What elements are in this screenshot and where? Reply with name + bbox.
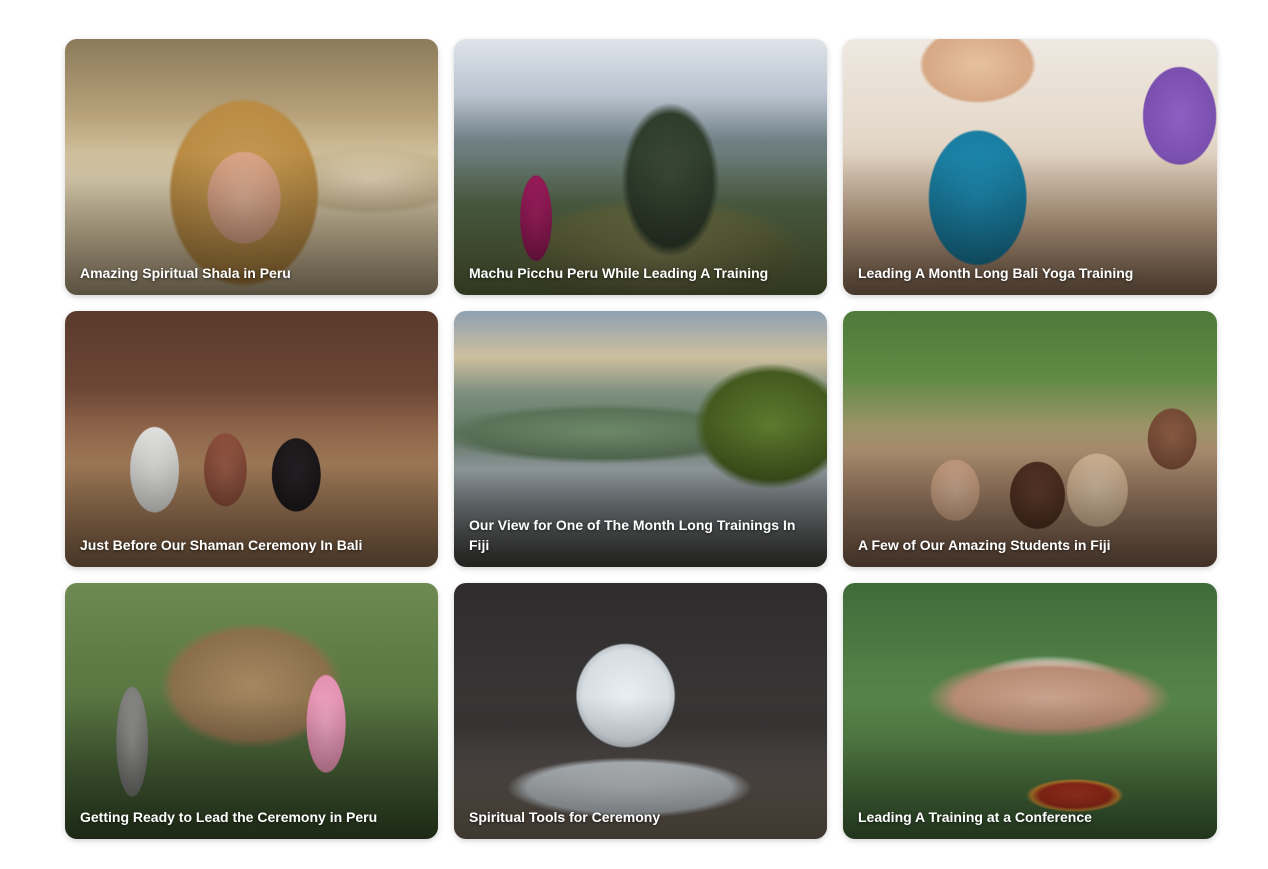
gallery-card-spiritual-tools[interactable]: Spiritual Tools for Ceremony: [454, 583, 827, 839]
photo-gallery: Amazing Spiritual Shala in Peru Machu Pi…: [65, 39, 1217, 839]
gallery-card-bali-training[interactable]: Leading A Month Long Bali Yoga Training: [843, 39, 1217, 295]
gallery-card-shaman-ceremony-bali[interactable]: Just Before Our Shaman Ceremony In Bali: [65, 311, 438, 567]
gallery-caption: Just Before Our Shaman Ceremony In Bali: [80, 537, 363, 553]
gallery-caption: Amazing Spiritual Shala in Peru: [80, 265, 291, 281]
gallery-caption: Leading A Training at a Conference: [858, 809, 1092, 825]
gallery-card-ceremony-peru[interactable]: Getting Ready to Lead the Ceremony in Pe…: [65, 583, 438, 839]
gallery-caption: Our View for One of The Month Long Train…: [469, 517, 796, 553]
gallery-card-conference[interactable]: Leading A Training at a Conference: [843, 583, 1217, 839]
gallery-caption: Spiritual Tools for Ceremony: [469, 809, 661, 825]
gallery-card-shala-peru[interactable]: Amazing Spiritual Shala in Peru: [65, 39, 438, 295]
gallery-caption: A Few of Our Amazing Students in Fiji: [858, 537, 1111, 553]
gallery-caption: Leading A Month Long Bali Yoga Training: [858, 265, 1134, 281]
gallery-card-fiji-students[interactable]: A Few of Our Amazing Students in Fiji: [843, 311, 1217, 567]
gallery-card-fiji-view[interactable]: Our View for One of The Month Long Train…: [454, 311, 827, 567]
gallery-caption: Getting Ready to Lead the Ceremony in Pe…: [80, 809, 378, 825]
gallery-card-machu-picchu[interactable]: Machu Picchu Peru While Leading A Traini…: [454, 39, 827, 295]
gallery-caption: Machu Picchu Peru While Leading A Traini…: [469, 265, 769, 281]
